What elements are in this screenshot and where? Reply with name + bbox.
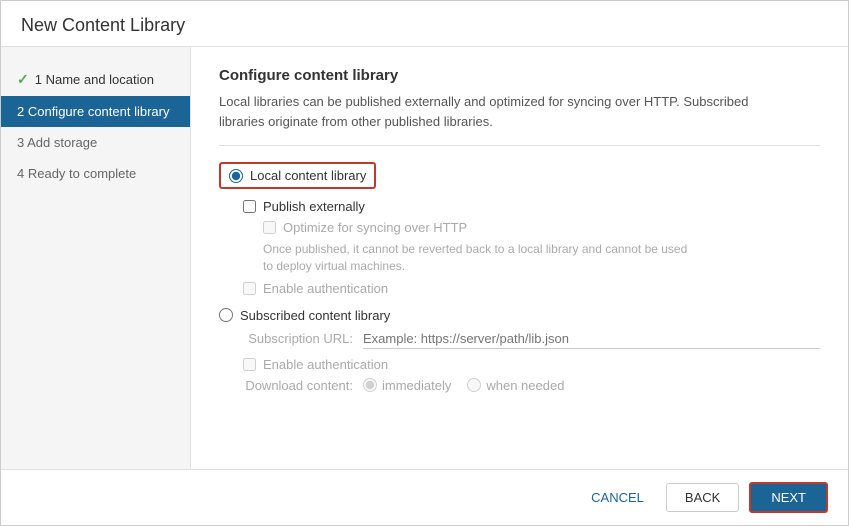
main-content-area: Configure content library Local librarie… xyxy=(191,47,848,469)
sidebar-item-step2[interactable]: 2 Configure content library xyxy=(1,96,190,127)
local-library-option[interactable]: Local content library xyxy=(219,162,376,189)
options-area: Local content library Publish externally… xyxy=(219,162,820,393)
optimize-http-checkbox xyxy=(263,221,276,234)
enable-auth-sub-option: Enable authentication xyxy=(243,357,820,372)
dialog-body: ✓ 1 Name and location 2 Configure conten… xyxy=(1,47,848,469)
enable-auth-sub-checkbox xyxy=(243,358,256,371)
enable-auth-sub-label: Enable authentication xyxy=(263,357,388,372)
download-content-label: Download content: xyxy=(243,378,353,393)
publish-externally-option: Publish externally xyxy=(243,199,820,214)
subscription-url-label: Subscription URL: xyxy=(243,331,353,346)
section-description: Local libraries can be published externa… xyxy=(219,92,820,146)
immediately-radio xyxy=(363,378,377,392)
subscribed-library-label[interactable]: Subscribed content library xyxy=(240,308,390,323)
subscribed-library-option[interactable]: Subscribed content library xyxy=(219,308,820,323)
local-library-label[interactable]: Local content library xyxy=(250,168,366,183)
optimize-desc: Once published, it cannot be reverted ba… xyxy=(263,241,820,275)
subscription-url-row: Subscription URL: xyxy=(243,329,820,349)
when-needed-option[interactable]: when needed xyxy=(467,378,564,393)
subscribed-library-radio[interactable] xyxy=(219,308,233,322)
download-content-row: Download content: immediately when neede… xyxy=(243,378,820,393)
enable-auth-local-label: Enable authentication xyxy=(263,281,388,296)
immediately-option[interactable]: immediately xyxy=(363,378,451,393)
sidebar-item-step1[interactable]: ✓ 1 Name and location xyxy=(1,63,190,96)
back-button[interactable]: BACK xyxy=(666,483,739,512)
optimize-desc-line1: Once published, it cannot be reverted ba… xyxy=(263,242,687,256)
when-needed-radio xyxy=(467,378,481,392)
publish-externally-label[interactable]: Publish externally xyxy=(263,199,365,214)
when-needed-label: when needed xyxy=(486,378,564,393)
enable-auth-local-option: Enable authentication xyxy=(243,281,820,296)
section-desc-line1: Local libraries can be published externa… xyxy=(219,94,748,109)
sidebar-item-step3[interactable]: 3 Add storage xyxy=(1,127,190,158)
checkmark-icon: ✓ xyxy=(17,71,29,88)
immediately-label: immediately xyxy=(382,378,451,393)
new-content-library-dialog: New Content Library ✓ 1 Name and locatio… xyxy=(0,0,849,526)
dialog-title: New Content Library xyxy=(1,1,848,47)
next-button[interactable]: NEXT xyxy=(749,482,828,513)
publish-externally-checkbox[interactable] xyxy=(243,200,256,213)
sidebar-step3-label: 3 Add storage xyxy=(17,135,97,150)
dialog-footer: CANCEL BACK NEXT xyxy=(1,469,848,525)
sidebar: ✓ 1 Name and location 2 Configure conten… xyxy=(1,47,191,469)
section-title: Configure content library xyxy=(219,67,820,84)
download-options: immediately when needed xyxy=(363,378,564,393)
sidebar-step1-label: 1 Name and location xyxy=(35,72,154,87)
enable-auth-local-checkbox xyxy=(243,282,256,295)
subscription-url-input[interactable] xyxy=(363,329,820,349)
local-library-radio[interactable] xyxy=(229,169,243,183)
subscribed-library-section: Subscribed content library Subscription … xyxy=(219,308,820,393)
sidebar-step2-label: 2 Configure content library xyxy=(17,104,169,119)
sidebar-step4-label: 4 Ready to complete xyxy=(17,166,136,181)
optimize-desc-line2: to deploy virtual machines. xyxy=(263,259,405,273)
optimize-http-label: Optimize for syncing over HTTP xyxy=(283,220,467,235)
section-desc-line2: libraries originate from other published… xyxy=(219,114,493,129)
sidebar-item-step4[interactable]: 4 Ready to complete xyxy=(1,158,190,189)
cancel-button[interactable]: CANCEL xyxy=(579,484,656,511)
optimize-http-option: Optimize for syncing over HTTP xyxy=(263,220,820,235)
